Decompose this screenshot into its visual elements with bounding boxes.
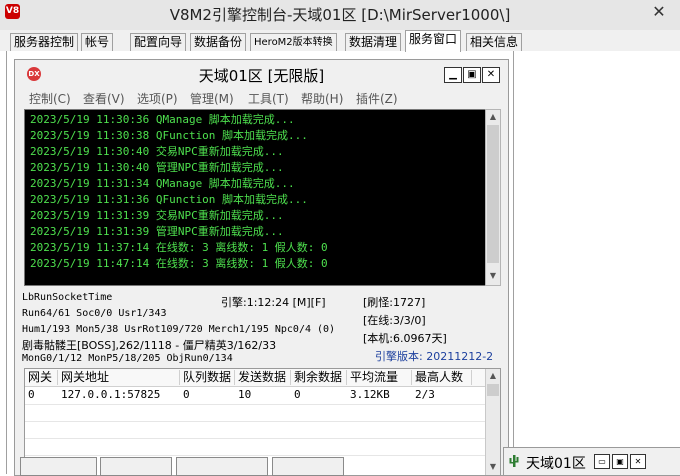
- log-line: 2023/5/19 11:31:39 管理NPC重新加载完成...: [30, 225, 284, 238]
- log-line: 2023/5/19 11:30:40 管理NPC重新加载完成...: [30, 161, 284, 174]
- menu-control[interactable]: 控制(C): [29, 90, 71, 107]
- column-header[interactable]: 网关地址: [58, 370, 180, 385]
- menu-tools[interactable]: 工具(T): [248, 90, 289, 107]
- monster-count: [刷怪:1727]: [363, 296, 426, 309]
- scroll-down-icon[interactable]: ▼: [486, 269, 500, 283]
- scrollbar-thumb[interactable]: [487, 384, 499, 396]
- menu-plugins[interactable]: 插件(Z): [356, 90, 398, 107]
- scroll-up-icon[interactable]: ▲: [486, 110, 500, 124]
- scroll-up-icon[interactable]: ▲: [486, 369, 500, 383]
- inner-server-window: DX 天域01区 [无限版] ▁ ▣ ✕ 控制(C) 查看(V) 选项(P) 管…: [14, 59, 509, 476]
- menu-options[interactable]: 选项(P): [137, 90, 178, 107]
- close-icon[interactable]: ✕: [648, 2, 670, 21]
- gateway-id-cell: 0: [28, 388, 35, 401]
- minimized-window[interactable]: 天域01区 ▭ ▣ ✕: [503, 447, 680, 476]
- remaining-data-cell: 0: [294, 388, 301, 401]
- column-header[interactable]: 网关: [25, 370, 58, 385]
- log-line: 2023/5/19 11:37:14 在线数: 3 离线数: 1 假人数: 0: [30, 241, 328, 254]
- minimized-window-stub[interactable]: [100, 457, 172, 476]
- maximize-icon[interactable]: ▣: [612, 454, 628, 469]
- scroll-down-icon[interactable]: ▼: [486, 460, 500, 474]
- empty-row: [25, 404, 485, 421]
- maximize-icon[interactable]: ▣: [463, 67, 481, 83]
- log-line: 2023/5/19 11:31:34 QManage 脚本加载完成...: [30, 177, 295, 190]
- log-line: 2023/5/19 11:31:36 QFunction 脚本加载完成...: [30, 193, 308, 206]
- tab-data-backup[interactable]: 数据备份: [190, 33, 247, 51]
- empty-row: [25, 421, 485, 438]
- empty-row: [25, 438, 485, 455]
- menu-help[interactable]: 帮助(H): [301, 90, 343, 107]
- menu-manage[interactable]: 管理(M): [190, 90, 234, 107]
- avg-traffic-cell: 3.12KB: [350, 388, 390, 401]
- minimized-window-title: 天域01区: [526, 456, 586, 472]
- app-title-bar: V8 V8M2引擎控制台-天域01区 [D:\MirServer1000\] ✕: [0, 0, 680, 31]
- column-header[interactable]: 最高人数: [412, 370, 472, 385]
- tab-related-info[interactable]: 相关信息: [466, 33, 523, 51]
- log-line: 2023/5/19 11:47:14 在线数: 3 离线数: 1 假人数: 0: [30, 257, 328, 270]
- inner-title-bar: DX 天域01区 [无限版] ▁ ▣ ✕: [15, 60, 508, 88]
- gateway-address-cell: 127.0.0.1:57825: [61, 388, 161, 401]
- log-scrollbar[interactable]: ▲ ▼: [485, 109, 501, 286]
- queue-data-cell: 0: [183, 388, 190, 401]
- tab-server-control[interactable]: 服务器控制: [10, 33, 79, 51]
- log-console[interactable]: 2023/5/19 11:30:36 QManage 脚本加载完成... 202…: [24, 109, 486, 286]
- table-row[interactable]: 0 127.0.0.1:57825 0 10 0 3.12KB 2/3: [25, 387, 485, 403]
- max-users-cell: 2/3: [415, 388, 435, 401]
- table-scrollbar[interactable]: ▲ ▼: [485, 369, 500, 475]
- engine-version: 引擎版本: 20211212-2: [375, 350, 494, 363]
- send-data-cell: 10: [238, 388, 252, 401]
- column-header[interactable]: 发送数据: [235, 370, 291, 385]
- app-title: V8M2引擎控制台-天域01区 [D:\MirServer1000\]: [169, 6, 511, 24]
- log-line: 2023/5/19 11:31:39 交易NPC重新加载完成...: [30, 209, 284, 222]
- log-line: 2023/5/19 11:30:38 QFunction 脚本加载完成...: [30, 129, 308, 142]
- tab-account[interactable]: 帐号: [81, 33, 114, 51]
- online-count: [在线:3/3/0]: [363, 314, 426, 327]
- minimized-window-stub[interactable]: [176, 457, 268, 476]
- socket-time-label: LbRunSocketTime: [22, 292, 113, 303]
- main-tab-bar: 服务器控制 帐号 配置向导 数据备份 HeroM2版本转换 数据清理 服务窗口 …: [0, 30, 680, 52]
- tab-service-window[interactable]: 服务窗口: [405, 30, 462, 52]
- hum-stats: Hum1/193 Mon5/38 UsrRot109/720 Merch1/19…: [22, 324, 336, 335]
- restore-icon[interactable]: ▭: [594, 454, 610, 469]
- inner-menu-bar: 控制(C) 查看(V) 选项(P) 管理(M) 工具(T) 帮助(H) 插件(Z…: [15, 88, 508, 106]
- uptime: [本机:6.0967天]: [363, 332, 447, 345]
- close-icon[interactable]: ✕: [482, 67, 500, 83]
- mon-stats: MonG0/1/12 MonP5/18/205 ObjRun0/134: [22, 353, 233, 364]
- close-icon[interactable]: ✕: [630, 454, 646, 469]
- cactus-icon: [509, 455, 519, 467]
- tab-data-cleanup[interactable]: 数据清理: [345, 33, 402, 51]
- column-header[interactable]: 队列数据: [180, 370, 235, 385]
- inner-window-title: 天域01区 [无限版]: [198, 67, 325, 85]
- boss-status: 剧毒骷髅王[BOSS],262/1118 - 僵尸精英3/162/33: [22, 339, 277, 352]
- tab-herom2-convert[interactable]: HeroM2版本转换: [250, 33, 337, 51]
- column-header[interactable]: 剩余数据: [291, 370, 347, 385]
- log-line: 2023/5/19 11:30:36 QManage 脚本加载完成...: [30, 113, 295, 126]
- menu-view[interactable]: 查看(V): [83, 90, 125, 107]
- table-header: 网关 网关地址 队列数据 发送数据 剩余数据 平均流量 最高人数: [25, 369, 485, 387]
- log-line: 2023/5/19 11:30:40 交易NPC重新加载完成...: [30, 145, 284, 158]
- minimized-window-stub[interactable]: [272, 457, 344, 476]
- engine-time: 引擎:1:12:24 [M][F]: [221, 296, 326, 309]
- tab-config-wizard[interactable]: 配置向导: [130, 33, 187, 51]
- column-header[interactable]: 平均流量: [347, 370, 412, 385]
- run-stats: Run64/61 Soc0/0 Usr1/343: [22, 308, 167, 319]
- minimized-window-stub[interactable]: [20, 457, 97, 476]
- minimize-icon[interactable]: ▁: [444, 67, 462, 83]
- scrollbar-thumb[interactable]: [487, 125, 499, 263]
